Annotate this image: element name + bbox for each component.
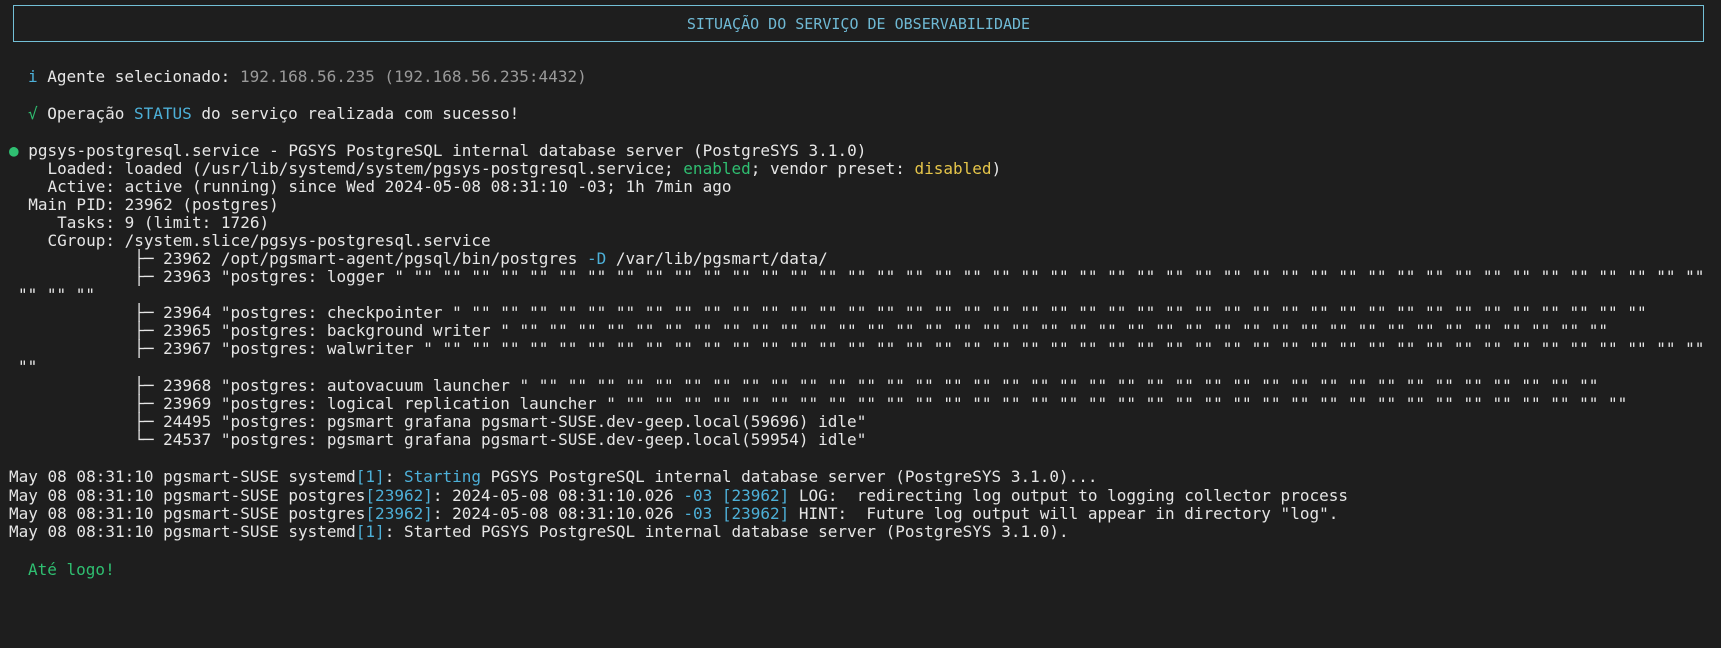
process-line: ├─ 23962 /opt/pgsmart-agent/pgsql/bin/po… bbox=[9, 249, 828, 269]
process-line: ├─ 23967 "postgres: walwriter " "" "" ""… bbox=[9, 339, 1705, 358]
log-pid: [1] bbox=[355, 467, 385, 486]
log-message: LOG: redirecting log output to logging c… bbox=[789, 486, 1348, 505]
log-mid: : 2024-05-08 08:31:10.026 bbox=[432, 486, 684, 505]
log-line: May 08 08:31:10 pgsmart-SUSE systemd[1]:… bbox=[9, 522, 1069, 542]
service-title-line: ● pgsys-postgresql.service - PGSYS Postg… bbox=[9, 141, 866, 161]
log-pid: [23962] bbox=[365, 486, 433, 505]
process-line: ├─ 23969 "postgres: logical replication … bbox=[9, 394, 1628, 413]
process-line: ├─ 24495 "postgres: pgsmart grafana pgsm… bbox=[9, 412, 867, 431]
agent-label: Agente selecionado: bbox=[47, 67, 240, 86]
process-line: ├─ 23968 "postgres: autovacuum launcher … bbox=[9, 376, 1599, 395]
proc1-flag: -D bbox=[586, 249, 607, 268]
tasks-line: Tasks: 9 (limit: 1726) bbox=[9, 213, 270, 232]
loaded-enabled: enabled bbox=[683, 159, 751, 178]
log-message: : Started PGSYS PostgreSQL internal data… bbox=[384, 522, 1069, 541]
operation-keyword: STATUS bbox=[133, 104, 192, 123]
log-pid: [1] bbox=[355, 522, 385, 541]
process-line: ├─ 23963 "postgres: logger " "" "" "" ""… bbox=[9, 267, 1705, 286]
operation-line: √ Operação STATUS do serviço realizada c… bbox=[28, 104, 519, 124]
service-title: pgsys-postgresql.service - PGSYS Postgre… bbox=[28, 141, 867, 160]
cgroup-line: CGroup: /system.slice/pgsys-postgresql.s… bbox=[9, 231, 491, 250]
log-line: May 08 08:31:10 pgsmart-SUSE postgres[23… bbox=[9, 504, 1338, 524]
log-message: HINT: Future log output will appear in d… bbox=[789, 504, 1339, 523]
agent-line: i Agente selecionado: 192.168.56.235 (19… bbox=[28, 67, 587, 87]
operation-suffix: do serviço realizada com sucesso! bbox=[191, 104, 520, 123]
log-prefix: May 08 08:31:10 pgsmart-SUSE postgres bbox=[9, 504, 366, 523]
title-banner: SITUAÇÃO DO SERVIÇO DE OBSERVABILIDADE bbox=[13, 5, 1704, 42]
banner-title: SITUAÇÃO DO SERVIÇO DE OBSERVABILIDADE bbox=[686, 14, 1031, 33]
loaded-mid: ; vendor preset: bbox=[750, 159, 915, 178]
process-wrap-line: "" "" "" bbox=[18, 285, 96, 304]
status-dot-icon: ● bbox=[9, 141, 19, 160]
log-mid: : bbox=[384, 467, 404, 486]
log-pid: [23962] bbox=[365, 504, 433, 523]
log-line: May 08 08:31:10 pgsmart-SUSE postgres[23… bbox=[9, 486, 1348, 506]
goodbye-message: Até logo! bbox=[28, 560, 115, 579]
log-pid2: [23962] bbox=[712, 486, 790, 505]
loaded-suffix: ) bbox=[991, 159, 1002, 178]
info-icon: i bbox=[28, 67, 38, 86]
loaded-line: Loaded: loaded (/usr/lib/systemd/system/… bbox=[9, 159, 1002, 179]
proc1-prefix: ├─ 23962 /opt/pgsmart-agent/pgsql/bin/po… bbox=[9, 249, 587, 268]
loaded-prefix: Loaded: loaded (/usr/lib/systemd/system/… bbox=[9, 159, 684, 178]
operation-prefix: Operação bbox=[47, 104, 134, 123]
log-prefix: May 08 08:31:10 pgsmart-SUSE systemd bbox=[9, 522, 356, 541]
log-prefix: May 08 08:31:10 pgsmart-SUSE postgres bbox=[9, 486, 366, 505]
process-wrap-line: "" bbox=[18, 357, 38, 376]
agent-value: 192.168.56.235 (192.168.56.235:4432) bbox=[239, 67, 587, 86]
process-line: └─ 24537 "postgres: pgsmart grafana pgsm… bbox=[9, 430, 867, 449]
log-keyword: Starting bbox=[403, 467, 482, 486]
log-message: PGSYS PostgreSQL internal database serve… bbox=[481, 467, 1098, 486]
proc1-suffix: /var/lib/pgsmart/data/ bbox=[606, 249, 828, 268]
check-icon: √ bbox=[28, 104, 38, 123]
loaded-disabled: disabled bbox=[914, 159, 992, 178]
log-tz: -03 bbox=[683, 504, 713, 523]
active-line: Active: active (running) since Wed 2024-… bbox=[9, 177, 732, 196]
log-mid: : 2024-05-08 08:31:10.026 bbox=[432, 504, 684, 523]
log-line: May 08 08:31:10 pgsmart-SUSE systemd[1]:… bbox=[9, 467, 1098, 487]
terminal-window[interactable]: SITUAÇÃO DO SERVIÇO DE OBSERVABILIDADE i… bbox=[0, 0, 1721, 648]
process-line: ├─ 23964 "postgres: checkpointer " "" ""… bbox=[9, 303, 1647, 322]
log-pid2: [23962] bbox=[712, 504, 790, 523]
main-pid-line: Main PID: 23962 (postgres) bbox=[9, 195, 279, 214]
log-tz: -03 bbox=[683, 486, 713, 505]
log-prefix: May 08 08:31:10 pgsmart-SUSE systemd bbox=[9, 467, 356, 486]
process-line: ├─ 23965 "postgres: background writer " … bbox=[9, 321, 1609, 340]
